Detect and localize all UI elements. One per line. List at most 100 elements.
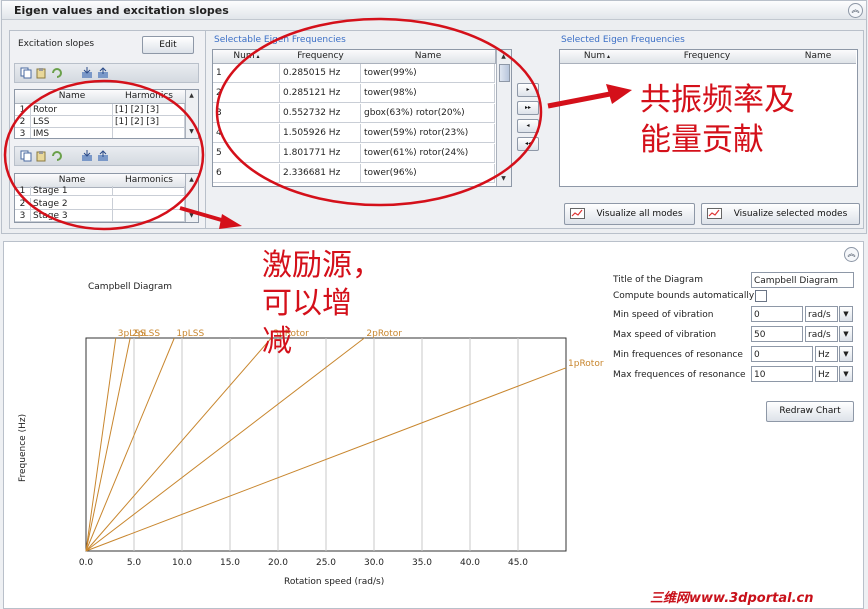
row-harmonics — [113, 128, 185, 138]
remove-button[interactable]: ◂ — [517, 119, 539, 133]
row-harmonics — [113, 198, 185, 210]
visualize-all-button[interactable]: Visualize all modes — [564, 203, 695, 225]
chart-panel: ︽ Campbell Diagram 3pLSS 2pLSS 1pLSS 3pRoto… — [3, 241, 864, 609]
copy-icon[interactable] — [20, 150, 32, 162]
row-num: 4 — [213, 124, 280, 143]
excitation-table[interactable]: Name Harmonics 1 Rotor [1] [2] [3] 2 LSS… — [14, 89, 199, 139]
min-speed-input[interactable]: 0 — [751, 306, 803, 322]
col-header-num[interactable]: Num ▴ — [213, 50, 281, 64]
chevron-down-icon[interactable]: ▼ — [839, 346, 853, 362]
toolbar-1 — [14, 63, 199, 83]
row-num: 2 — [213, 84, 280, 103]
add-all-button[interactable]: ▸▸ — [517, 101, 539, 115]
min-freq-label: Min frequences of resonance — [613, 350, 743, 360]
stage-table[interactable]: Name Harmonics 1 Stage 1 2 Stage 2 3 Sta… — [14, 173, 199, 223]
col-header-num[interactable]: Num ▴ — [560, 50, 635, 64]
excitation-annotation: 激励源， 可以增 减 — [262, 248, 382, 359]
col-header-name[interactable]: Name — [361, 50, 496, 64]
scrollbar[interactable]: ▲ ▼ — [185, 174, 198, 222]
collapse-icon[interactable]: ︽ — [848, 3, 863, 18]
scroll-thumb[interactable] — [499, 64, 510, 82]
scroll-down-icon[interactable]: ▼ — [187, 127, 196, 136]
panel-title: Eigen values and excitation slopes — [14, 4, 229, 17]
row-num: 2 — [15, 116, 31, 128]
selectable-table[interactable]: Num ▴ Frequency Name 1 0.285015 Hz tower… — [212, 49, 512, 187]
min-freq-unit-select[interactable]: Hz — [815, 346, 838, 362]
visualize-selected-label: Visualize selected modes — [733, 209, 848, 219]
scrollbar[interactable]: ▲ ▼ — [185, 90, 198, 138]
row-num: 1 — [15, 186, 31, 196]
max-speed-label: Max speed of vibration — [613, 330, 717, 340]
col-header-num-label: Num — [233, 51, 255, 61]
max-speed-input[interactable]: 50 — [751, 326, 803, 342]
add-button[interactable]: ▸ — [517, 83, 539, 97]
remove-all-button[interactable]: ◂◂ — [517, 137, 539, 151]
import-icon[interactable] — [81, 150, 93, 162]
col-header — [15, 90, 32, 104]
row-name: tower(61%) rotor(24%) — [361, 144, 495, 163]
chevron-down-icon[interactable]: ▼ — [839, 366, 853, 382]
visualize-selected-button[interactable]: Visualize selected modes — [701, 203, 860, 225]
x-tick-label: 45.0 — [508, 558, 528, 568]
col-header-harmonics[interactable]: Harmonics — [113, 90, 186, 104]
row-harmonics: [1] [2] [3] — [113, 104, 185, 116]
paste-icon[interactable] — [35, 67, 47, 79]
min-speed-unit-select[interactable]: rad/s — [805, 306, 838, 322]
x-tick-label: 0.0 — [79, 558, 94, 568]
max-speed-unit-select[interactable]: rad/s — [805, 326, 838, 342]
row-harmonics: [1] [2] [3] — [113, 116, 185, 128]
row-name: tower(99%) — [361, 64, 495, 83]
max-freq-input[interactable]: 10 — [751, 366, 813, 382]
row-name: gbox(63%) rotor(20%) — [361, 104, 495, 123]
title-input[interactable]: Campbell Diagram — [751, 272, 854, 288]
x-tick-label: 35.0 — [412, 558, 432, 568]
row-name: tower(96%) — [361, 164, 495, 183]
x-tick-label: 10.0 — [172, 558, 192, 568]
scroll-up-icon[interactable]: ▲ — [499, 52, 508, 61]
scroll-down-icon[interactable]: ▼ — [187, 211, 196, 220]
scroll-up-icon[interactable]: ▲ — [187, 91, 196, 100]
scrollbar[interactable]: ▲ ▼ — [496, 50, 511, 186]
chevron-down-icon[interactable]: ▼ — [839, 326, 853, 342]
row-frequency: 0.552732 Hz — [280, 104, 361, 123]
chevron-down-icon[interactable]: ▼ — [839, 306, 853, 322]
bounds-label: Compute bounds automatically — [613, 291, 755, 301]
row-num: 1 — [213, 64, 280, 83]
col-header-frequency[interactable]: Frequency — [280, 50, 362, 64]
row-frequency: 0.285015 Hz — [280, 64, 361, 83]
copy-icon[interactable] — [20, 67, 32, 79]
x-tick-label: 20.0 — [268, 558, 288, 568]
bounds-checkbox[interactable] — [755, 290, 767, 302]
col-header-frequency[interactable]: Frequency — [634, 50, 781, 64]
col-header-name[interactable]: Name — [780, 50, 856, 64]
paste-icon[interactable] — [35, 150, 47, 162]
max-freq-unit-select[interactable]: Hz — [815, 366, 838, 382]
row-name: tower(98%) — [361, 84, 495, 103]
scroll-down-icon[interactable]: ▼ — [499, 174, 508, 183]
row-name: LSS — [31, 116, 113, 128]
scroll-up-icon[interactable]: ▲ — [187, 175, 196, 184]
chart-icon — [707, 208, 722, 219]
edit-button[interactable]: Edit — [142, 36, 194, 54]
row-frequency: 1.505926 Hz — [280, 124, 361, 143]
x-tick-label: 5.0 — [127, 558, 142, 568]
row-frequency: 2.336681 Hz — [280, 164, 361, 183]
export-icon[interactable] — [97, 67, 109, 79]
x-tick-label: 25.0 — [316, 558, 336, 568]
col-header-name[interactable]: Name — [31, 90, 114, 104]
row-num: 6 — [213, 164, 280, 183]
series-label-2pLSS: 2pLSS — [132, 329, 160, 339]
x-ticks: 0.0 5.0 10.0 15.0 20.0 25.0 30.0 35.0 40.0 45.0 — [79, 558, 528, 568]
row-num: 2 — [15, 198, 31, 210]
delete-icon[interactable] — [51, 150, 63, 162]
min-freq-input[interactable]: 0 — [751, 346, 813, 362]
collapse-icon[interactable]: ︽ — [844, 247, 859, 262]
toolbar-2 — [14, 146, 199, 166]
import-icon[interactable] — [81, 67, 93, 79]
row-harmonics — [113, 210, 185, 222]
export-icon[interactable] — [97, 150, 109, 162]
redraw-button[interactable]: Redraw Chart — [766, 401, 854, 422]
row-frequency: 1.801771 Hz — [280, 144, 361, 163]
delete-icon[interactable] — [51, 67, 63, 79]
row-num: 3 — [15, 210, 31, 222]
